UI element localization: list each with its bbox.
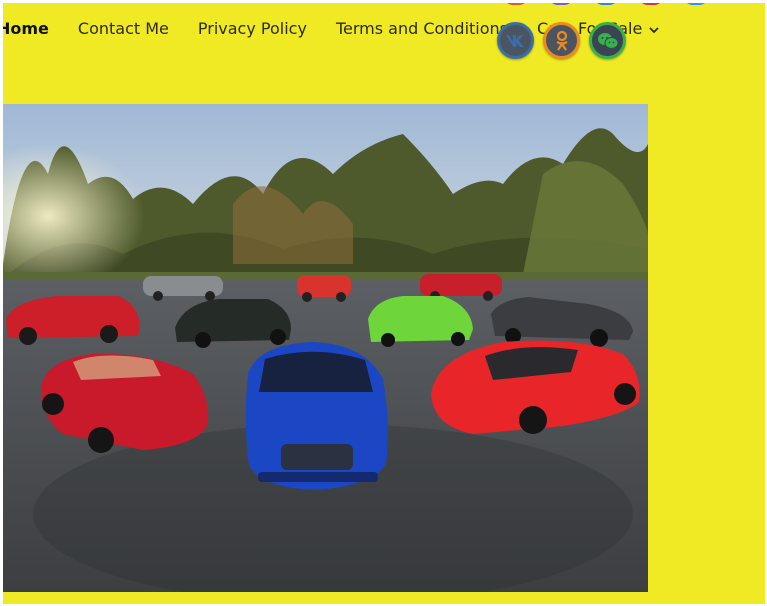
social-icons [497, 22, 635, 59]
partial-icon [503, 3, 529, 5]
vk-icon[interactable] [497, 22, 534, 59]
page: Home Contact Me Privacy Policy Terms and… [3, 3, 765, 604]
nav-item-home[interactable]: Home [3, 19, 49, 38]
wechat-icon[interactable] [589, 22, 626, 59]
partial-icon [683, 3, 709, 5]
chevron-down-icon[interactable] [649, 24, 659, 37]
nav-item-terms-and-conditions[interactable]: Terms and Conditions [336, 19, 508, 38]
partial-social-icons [503, 3, 728, 5]
hero-image [3, 104, 648, 592]
partial-icon [638, 3, 664, 5]
partial-icon [548, 3, 574, 5]
odnoklassniki-icon[interactable] [543, 22, 580, 59]
nav-item-privacy-policy[interactable]: Privacy Policy [198, 19, 307, 38]
partial-icon [593, 3, 619, 5]
nav-item-contact-me[interactable]: Contact Me [78, 19, 169, 38]
cars-photo-illustration [3, 104, 648, 592]
